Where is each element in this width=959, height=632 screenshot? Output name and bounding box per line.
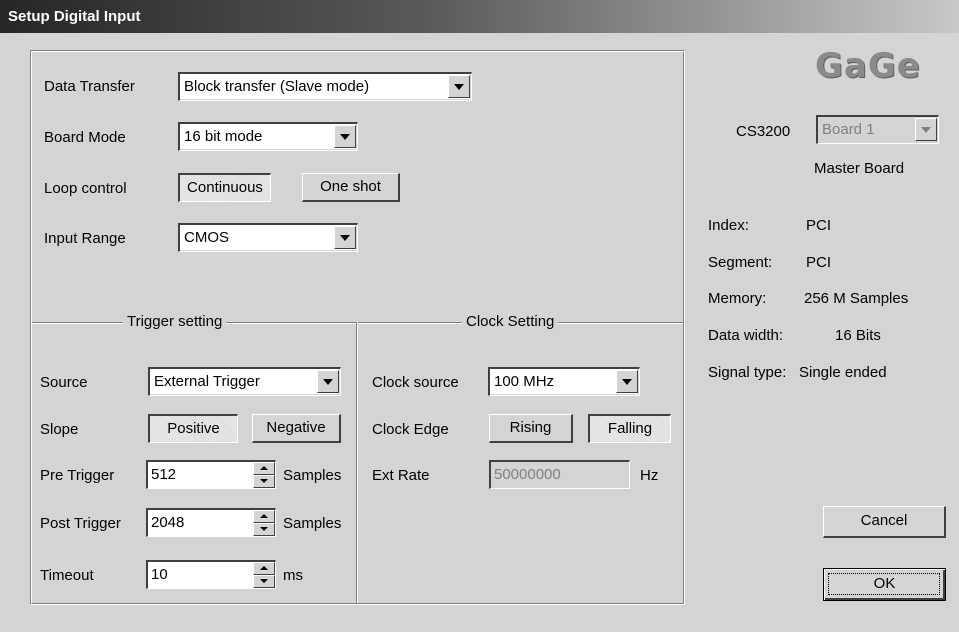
spin-up-icon[interactable] <box>253 510 275 523</box>
ext-rate-label: Ext Rate <box>372 467 430 484</box>
timeout-spinner[interactable] <box>253 562 275 588</box>
board-role: Master Board <box>814 160 905 177</box>
info-data-width-label: Data width: <box>708 327 784 344</box>
pre-trigger-input[interactable]: 512 <box>146 460 276 489</box>
slope-negative-button[interactable]: Negative <box>252 414 341 443</box>
pre-trigger-label: Pre Trigger <box>40 467 115 484</box>
info-data-width-value: 16 Bits <box>835 327 881 344</box>
chevron-down-icon[interactable] <box>915 118 937 141</box>
post-trigger-value: 2048 <box>151 514 185 531</box>
timeout-unit: ms <box>283 567 303 584</box>
group-divider-vertical <box>356 322 358 603</box>
trigger-source-value: External Trigger <box>154 373 260 390</box>
input-range-label: Input Range <box>44 230 126 247</box>
spin-up-icon[interactable] <box>253 462 275 475</box>
ext-rate-unit: Hz <box>640 467 659 484</box>
info-index-label: Index: <box>708 217 749 234</box>
post-trigger-label: Post Trigger <box>40 515 121 532</box>
spin-down-icon[interactable] <box>253 475 275 488</box>
info-segment-value: PCI <box>806 254 832 271</box>
post-trigger-unit: Samples <box>283 515 342 532</box>
clock-edge-label: Clock Edge <box>372 421 449 438</box>
info-memory-value: 256 M Samples <box>804 290 909 307</box>
spin-up-icon[interactable] <box>253 562 275 575</box>
data-transfer-select[interactable]: Block transfer (Slave mode) <box>178 72 472 101</box>
input-range-value: CMOS <box>184 229 229 246</box>
trigger-setting-title: Trigger setting <box>123 313 227 330</box>
post-trigger-input[interactable]: 2048 <box>146 508 276 537</box>
ext-rate-input[interactable]: 50000000 <box>489 460 630 489</box>
trigger-source-select[interactable]: External Trigger <box>148 367 341 396</box>
loop-control-label: Loop control <box>44 180 127 197</box>
info-memory-label: Memory: <box>708 290 767 307</box>
info-signal-type-label: Signal type: <box>708 364 787 381</box>
board-mode-value: 16 bit mode <box>184 128 263 145</box>
info-index-value: PCI <box>806 217 832 234</box>
cancel-button[interactable]: Cancel <box>823 506 946 538</box>
pre-trigger-spinner[interactable] <box>253 462 275 488</box>
trigger-source-label: Source <box>40 374 88 391</box>
timeout-value: 10 <box>151 566 168 583</box>
post-trigger-spinner[interactable] <box>253 510 275 536</box>
pre-trigger-unit: Samples <box>283 467 342 484</box>
spin-down-icon[interactable] <box>253 575 275 588</box>
clock-source-value: 100 MHz <box>494 373 555 390</box>
clock-source-select[interactable]: 100 MHz <box>488 367 640 396</box>
chevron-down-icon[interactable] <box>317 370 339 393</box>
clock-setting-title: Clock Setting <box>462 313 559 330</box>
timeout-label: Timeout <box>40 567 94 584</box>
ext-rate-value: 50000000 <box>494 466 561 483</box>
data-transfer-label: Data Transfer <box>44 78 135 95</box>
slope-label: Slope <box>40 421 79 438</box>
board-select[interactable]: Board 1 <box>816 115 939 144</box>
setup-digital-input-dialog: Setup Digital Input Data Transfer Block … <box>0 0 959 632</box>
timeout-input[interactable]: 10 <box>146 560 276 589</box>
one-shot-button[interactable]: One shot <box>302 173 400 202</box>
chevron-down-icon[interactable] <box>448 75 470 98</box>
slope-positive-button[interactable]: Positive <box>148 414 238 443</box>
info-signal-type-value: Single ended <box>799 364 887 381</box>
board-mode-select[interactable]: 16 bit mode <box>178 122 358 151</box>
pre-trigger-value: 512 <box>151 466 177 483</box>
input-range-select[interactable]: CMOS <box>178 223 358 252</box>
title-bar[interactable]: Setup Digital Input <box>0 0 959 33</box>
info-segment-label: Segment: <box>708 254 773 271</box>
clock-source-label: Clock source <box>372 374 459 391</box>
data-transfer-value: Block transfer (Slave mode) <box>184 78 370 95</box>
window-title: Setup Digital Input <box>8 8 141 25</box>
clock-edge-rising-button[interactable]: Rising <box>489 414 573 443</box>
continuous-button[interactable]: Continuous <box>178 173 271 202</box>
board-mode-label: Board Mode <box>44 129 126 146</box>
clock-edge-falling-button[interactable]: Falling <box>588 414 671 443</box>
chevron-down-icon[interactable] <box>334 226 356 249</box>
chevron-down-icon[interactable] <box>334 125 356 148</box>
gage-logo: GaGe <box>815 46 921 86</box>
spin-down-icon[interactable] <box>253 523 275 536</box>
ok-button[interactable]: OK <box>823 568 946 601</box>
chevron-down-icon[interactable] <box>616 370 638 393</box>
board-model-label: CS3200 <box>736 123 791 140</box>
focus-rect <box>828 573 940 595</box>
board-select-value: Board 1 <box>822 121 875 138</box>
